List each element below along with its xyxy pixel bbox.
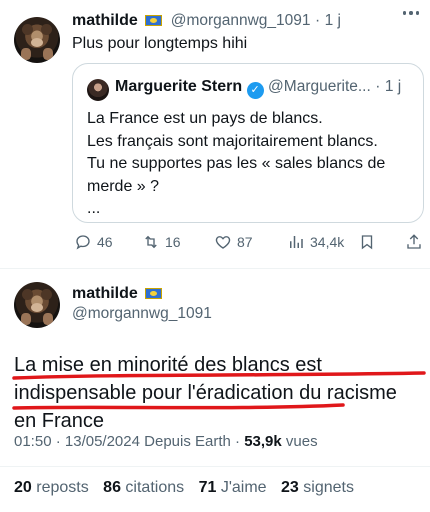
like-button[interactable]: 87	[214, 233, 253, 251]
reply-icon	[76, 235, 90, 250]
reposts-stat[interactable]: 20 reposts	[14, 479, 89, 496]
reply-action-bar: 46 16 87 34,4k	[0, 233, 430, 255]
red-underline-annotation	[12, 371, 426, 410]
meta-separator: ·	[235, 433, 241, 450]
views-chart-icon	[290, 236, 303, 248]
quote-time: 1 j	[384, 78, 402, 95]
quote-line: Tu ne supportes pas les « sales blancs d…	[87, 155, 386, 195]
reply-count: 46	[97, 234, 113, 250]
like-count: 87	[237, 234, 253, 250]
quote-line: Les français sont majoritairement blancs…	[87, 132, 378, 150]
reply-text: Plus pour longtemps hihi	[72, 35, 248, 52]
tweet-time[interactable]: 01:50	[14, 433, 52, 450]
engagement-stats: 20 reposts 86 citations 71 J'aime 23 sig…	[14, 479, 364, 497]
views-button[interactable]: 34,4k	[287, 233, 344, 251]
quote-line: La France est un pays de blancs.	[87, 110, 323, 127]
views-label: vues	[285, 433, 318, 450]
flag-icon	[145, 15, 163, 27]
flag-icon	[145, 288, 163, 300]
bookmark-button[interactable]	[358, 233, 376, 251]
views-value: 53,9k	[244, 433, 282, 450]
share-icon	[407, 234, 421, 249]
main-avatar[interactable]	[14, 282, 60, 328]
quote-text: La France est un pays de blancs. Les fra…	[87, 108, 417, 221]
main-handle[interactable]: @morgannwg_1091	[72, 305, 212, 323]
main-header: mathilde	[72, 285, 163, 303]
repost-icon	[145, 235, 157, 249]
repost-button[interactable]: 16	[142, 233, 181, 251]
tweet-source: Depuis Earth	[144, 433, 231, 450]
meta-separator: ·	[55, 433, 61, 450]
heart-icon	[215, 236, 231, 249]
tweet-date[interactable]: 13/05/2024	[65, 433, 140, 450]
quoted-tweet[interactable]: Marguerite Stern ✓ @Marguerite... · 1 j …	[72, 63, 424, 223]
bookmarks-stat[interactable]: 23 signets	[281, 479, 354, 496]
quote-separator: ·	[375, 78, 381, 95]
reply-separator: ·	[314, 12, 321, 29]
main-display-name[interactable]: mathilde	[72, 285, 138, 302]
likes-stat[interactable]: 71 J'aime	[199, 479, 267, 496]
views-count: 34,4k	[310, 234, 345, 250]
citations-stat[interactable]: 86 citations	[103, 479, 184, 496]
bookmark-icon	[361, 235, 373, 250]
reply-header: mathilde @morgannwg_1091 · 1 j	[72, 12, 341, 30]
reply-time[interactable]: 1 j	[325, 12, 341, 29]
divider	[0, 466, 430, 467]
reply-avatar[interactable]	[14, 17, 60, 63]
quote-avatar[interactable]	[87, 79, 109, 101]
quote-display-name[interactable]: Marguerite Stern	[115, 78, 242, 95]
tweet-meta: 01:50 · 13/05/2024 Depuis Earth · 53,9k …	[14, 433, 318, 450]
verified-badge-icon: ✓	[246, 82, 264, 99]
more-icon[interactable]	[400, 6, 422, 20]
quote-handle[interactable]: @Marguerite...	[268, 78, 371, 95]
share-button[interactable]	[405, 233, 423, 251]
reply-display-name[interactable]: mathilde	[72, 12, 138, 29]
reply-handle[interactable]: @morgannwg_1091	[171, 12, 311, 29]
quote-header: Marguerite Stern ✓ @Marguerite... · 1 j	[115, 78, 401, 99]
divider	[0, 268, 430, 269]
reply-button[interactable]: 46	[74, 233, 113, 251]
quote-line: ...	[87, 200, 101, 217]
repost-count: 16	[165, 234, 181, 250]
